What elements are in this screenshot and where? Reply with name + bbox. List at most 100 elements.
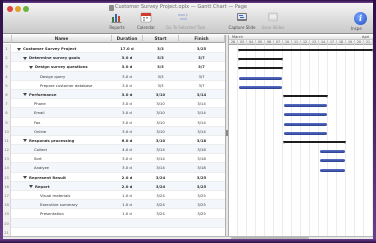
table-row[interactable]: 18 Executive summary 1.0 d 3/24 3/25 bbox=[3, 200, 225, 210]
duration-cell[interactable]: 3.0 d bbox=[113, 90, 141, 99]
table-row[interactable]: 2 Determine survey goals 3.0 d 3/3 3/7 bbox=[3, 53, 225, 63]
start-cell[interactable]: 3/14 bbox=[143, 154, 178, 163]
task-bar[interactable] bbox=[320, 150, 345, 154]
duration-cell[interactable]: 17.0 d bbox=[113, 44, 141, 53]
table-row[interactable]: 9 Fax 3.0 d 3/10 3/14 bbox=[3, 117, 225, 127]
task-name-cell[interactable]: Report bbox=[17, 182, 112, 191]
start-cell[interactable]: 3/10 bbox=[143, 99, 178, 108]
start-cell[interactable]: 3/10 bbox=[143, 108, 178, 117]
disclosure-triangle-icon[interactable] bbox=[23, 93, 27, 97]
duration-cell[interactable]: 3.0 d bbox=[113, 81, 141, 90]
inspector-button[interactable]: i bbox=[354, 12, 367, 25]
task-name-cell[interactable]: Determine survey goals bbox=[17, 53, 112, 62]
duration-cell[interactable]: 3.0 d bbox=[113, 154, 141, 163]
disclosure-triangle-icon[interactable] bbox=[23, 139, 27, 143]
start-cell[interactable]: 3/24 bbox=[143, 182, 178, 191]
summary-bar[interactable] bbox=[238, 58, 283, 62]
table-row[interactable]: 20 bbox=[3, 218, 225, 228]
summary-bar[interactable] bbox=[283, 95, 328, 98]
start-cell[interactable]: 3/3 bbox=[143, 44, 178, 53]
finish-column-header[interactable]: Finish bbox=[179, 35, 225, 43]
task-name-cell[interactable]: Analyze bbox=[17, 163, 112, 172]
task-name-cell[interactable]: Customer Survey Project bbox=[17, 44, 112, 53]
finish-cell[interactable]: 3/14 bbox=[179, 118, 224, 127]
go-to-selected-task-button[interactable]: Go To Selected Task bbox=[166, 11, 206, 33]
finish-cell[interactable]: 3/18 bbox=[179, 163, 224, 172]
task-name-cell[interactable]: Executive summary bbox=[17, 200, 112, 209]
task-name-cell[interactable] bbox=[17, 219, 112, 228]
finish-cell[interactable]: 3/18 bbox=[179, 136, 224, 145]
task-bar[interactable] bbox=[284, 131, 327, 135]
finish-cell[interactable]: 3/18 bbox=[179, 145, 224, 154]
task-name-cell[interactable]: Phone bbox=[17, 99, 112, 108]
task-name-cell[interactable]: Performance bbox=[17, 90, 112, 99]
close-window-button[interactable] bbox=[7, 6, 13, 12]
task-name-cell[interactable]: Prepare customer database bbox=[17, 81, 112, 90]
duration-cell[interactable]: 3.0 d bbox=[113, 118, 141, 127]
duration-cell[interactable]: 3.0 d bbox=[113, 108, 141, 117]
start-cell[interactable]: 3/3 bbox=[143, 72, 178, 81]
task-name-cell[interactable]: Collect bbox=[17, 145, 112, 154]
duration-column-header[interactable]: Duration bbox=[112, 35, 143, 43]
duration-cell[interactable]: 3.0 d bbox=[113, 163, 141, 172]
task-name-cell[interactable]: Email bbox=[17, 108, 112, 117]
table-row[interactable]: 8 Email 3.0 d 3/10 3/14 bbox=[3, 108, 225, 118]
start-cell[interactable]: 3/10 bbox=[143, 136, 178, 145]
finish-cell[interactable]: 3/25 bbox=[179, 173, 224, 182]
table-row[interactable]: 16 Report 2.0 d 3/24 3/25 bbox=[3, 181, 225, 191]
table-row[interactable]: 15 Represent Result 2.0 d 3/24 3/25 bbox=[3, 172, 225, 182]
finish-cell[interactable]: 3/14 bbox=[179, 90, 224, 99]
scrollbar-thumb[interactable] bbox=[231, 237, 309, 239]
task-name-cell[interactable]: Design query bbox=[17, 72, 112, 81]
start-cell[interactable]: 3/3 bbox=[143, 81, 178, 90]
finish-cell[interactable] bbox=[179, 219, 224, 228]
duration-cell[interactable]: 6.0 d bbox=[113, 136, 141, 145]
calendar-button[interactable]: Calendar bbox=[134, 11, 158, 33]
start-cell[interactable]: 3/3 bbox=[143, 53, 178, 62]
duration-cell[interactable]: 3.0 d bbox=[113, 62, 141, 71]
task-name-cell[interactable]: Online bbox=[17, 127, 112, 136]
zoom-window-button[interactable] bbox=[23, 6, 29, 12]
task-bar[interactable] bbox=[284, 104, 327, 108]
start-cell[interactable]: 3/24 bbox=[143, 173, 178, 182]
table-row[interactable]: 4 Design query 3.0 d 3/3 3/7 bbox=[3, 71, 225, 81]
finish-cell[interactable]: 3/25 bbox=[179, 191, 224, 200]
start-cell[interactable]: 3/24 bbox=[143, 200, 178, 209]
duration-cell[interactable]: 3.0 d bbox=[113, 53, 141, 62]
table-row[interactable]: 3 Design survey questions 3.0 d 3/3 3/7 bbox=[3, 62, 225, 72]
reports-button[interactable]: Reports bbox=[106, 11, 128, 33]
save-slides-button[interactable]: Save Slides bbox=[260, 11, 286, 33]
start-cell[interactable]: 3/10 bbox=[143, 127, 178, 136]
finish-cell[interactable]: 3/14 bbox=[179, 108, 224, 117]
table-row[interactable]: 7 Phone 3.0 d 3/10 3/14 bbox=[3, 99, 225, 109]
finish-cell[interactable]: 3/7 bbox=[179, 72, 224, 81]
duration-cell[interactable]: 3.0 d bbox=[113, 127, 141, 136]
task-name-cell[interactable]: Design survey questions bbox=[17, 62, 112, 71]
task-bar[interactable] bbox=[284, 122, 327, 126]
start-cell[interactable]: 3/24 bbox=[143, 209, 178, 218]
table-row[interactable]: 17 Visual materials 1.0 d 3/24 3/25 bbox=[3, 191, 225, 201]
start-cell[interactable]: 3/3 bbox=[143, 62, 178, 71]
task-name-cell[interactable]: Fax bbox=[17, 118, 112, 127]
summary-bar[interactable] bbox=[283, 141, 346, 144]
task-bar[interactable] bbox=[320, 159, 345, 163]
finish-cell[interactable]: 3/7 bbox=[179, 81, 224, 90]
duration-cell[interactable]: 4.0 d bbox=[113, 145, 141, 154]
duration-cell[interactable]: 1.0 d bbox=[113, 200, 141, 209]
task-bar[interactable] bbox=[239, 85, 282, 89]
task-name-cell[interactable]: Presentation bbox=[17, 209, 112, 218]
task-name-cell[interactable]: Represent Result bbox=[17, 173, 112, 182]
duration-cell[interactable]: 1.0 d bbox=[113, 191, 141, 200]
finish-cell[interactable]: 3/25 bbox=[179, 209, 224, 218]
start-cell[interactable] bbox=[143, 219, 178, 228]
disclosure-triangle-icon[interactable] bbox=[23, 56, 27, 60]
duration-cell[interactable]: 3.0 d bbox=[113, 72, 141, 81]
table-row[interactable]: 14 Analyze 3.0 d 3/14 3/18 bbox=[3, 163, 225, 173]
duration-cell[interactable]: 2.0 d bbox=[113, 182, 141, 191]
finish-cell[interactable]: 3/25 bbox=[179, 200, 224, 209]
duration-cell[interactable]: 1.0 d bbox=[113, 209, 141, 218]
finish-cell[interactable]: 3/25 bbox=[179, 182, 224, 191]
disclosure-triangle-icon[interactable] bbox=[23, 176, 27, 180]
finish-cell[interactable]: 3/7 bbox=[179, 62, 224, 71]
table-row[interactable]: 11 Responds processing 6.0 d 3/10 3/18 bbox=[3, 135, 225, 146]
